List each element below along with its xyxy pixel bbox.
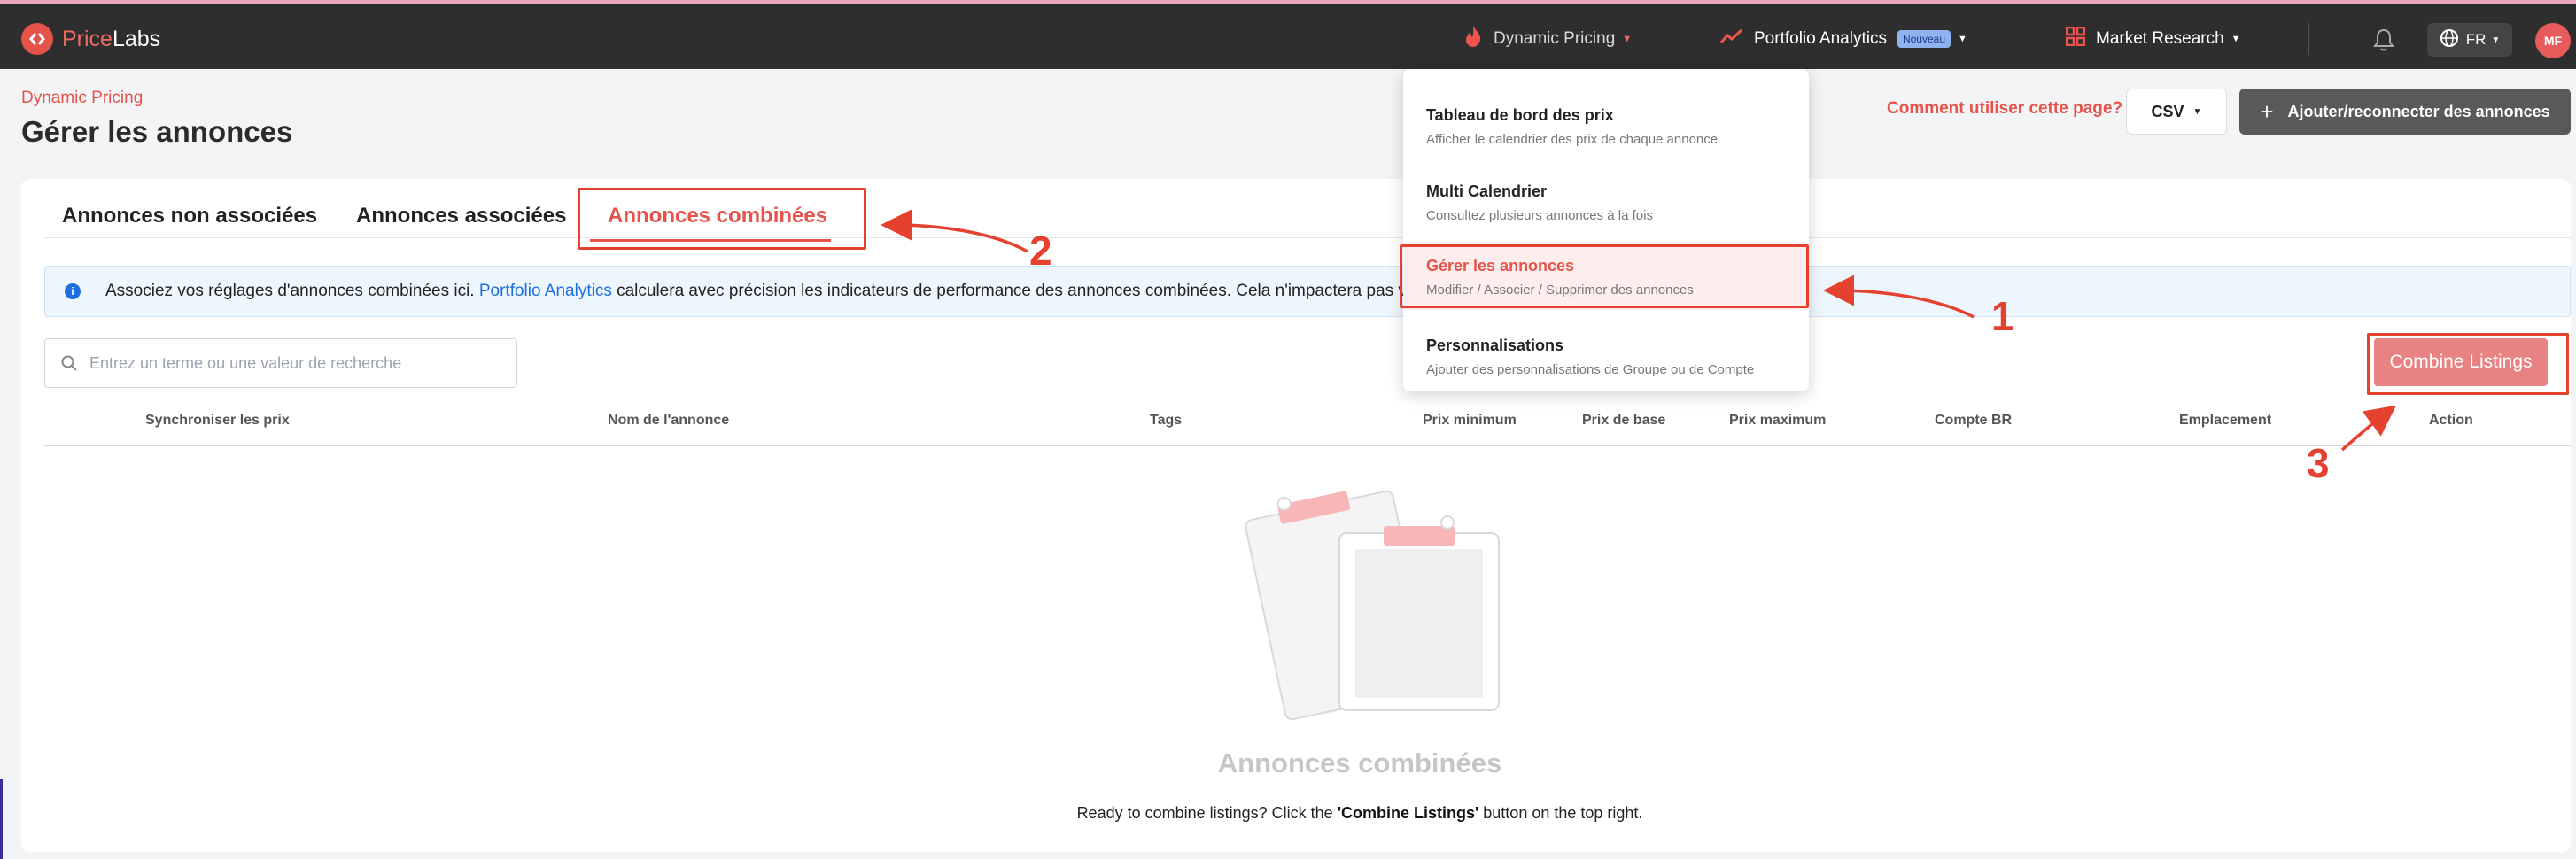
info-icon: i: [65, 283, 81, 299]
chevron-down-icon: ▼: [1958, 34, 1967, 44]
add-reconnect-label: Ajouter/reconnecter des annonces: [2287, 102, 2550, 120]
language-selector[interactable]: FR ▼: [2427, 23, 2512, 57]
logo-icon: [21, 23, 53, 55]
csv-label: CSV: [2151, 102, 2184, 120]
bell-icon[interactable]: [2370, 27, 2397, 53]
column-header-account[interactable]: Compte BR: [1935, 413, 2012, 429]
table-header-divider: [44, 445, 2571, 446]
top-nav-bar: PriceLabs Dynamic Pricing ▼ Portfolio An…: [0, 0, 2576, 69]
info-text-after: calculera avec précision les indicateurs…: [617, 282, 1424, 300]
column-header-base-price[interactable]: Prix de base: [1582, 413, 1665, 429]
annotation-number-2: 2: [1029, 228, 1052, 274]
menu-item-description: Afficher le calendrier des prix de chaqu…: [1426, 132, 1719, 147]
clipboard-icon: [1245, 490, 1500, 721]
nav-portfolio-analytics[interactable]: Portfolio Analytics Nouveau ▼: [1719, 23, 1967, 55]
column-header-name[interactable]: Nom de l'annonce: [608, 413, 729, 429]
page-title: Gérer les annonces: [21, 115, 293, 148]
empty-state-text: Ready to combine listings? Click the 'Co…: [1076, 804, 1643, 822]
plus-icon: +: [2260, 97, 2274, 125]
column-header-location[interactable]: Emplacement: [2179, 413, 2271, 429]
logo-text: PriceLabs: [62, 26, 161, 51]
menu-item-description: Ajouter des personnalisations de Groupe …: [1426, 362, 1755, 377]
chevron-down-icon: ▼: [2231, 34, 2241, 44]
nav-dynamic-pricing[interactable]: Dynamic Pricing ▼: [1463, 23, 1632, 55]
menu-item-customizations[interactable]: Personnalisations Ajouter des personnali…: [1403, 324, 1809, 390]
tab-unmapped[interactable]: Annonces non associées: [62, 204, 317, 228]
annotation-box-tab: [578, 188, 866, 250]
tabs-divider: [44, 237, 2571, 238]
annotation-box-menu-item: [1400, 244, 1809, 308]
chevron-down-icon: ▼: [2192, 106, 2202, 117]
info-text-before: Associez vos réglages d'annonces combiné…: [105, 282, 475, 300]
add-reconnect-button[interactable]: + Ajouter/reconnecter des annonces: [2239, 89, 2571, 135]
info-banner: i Associez vos réglages d'annonces combi…: [44, 266, 2571, 317]
menu-item-title: Tableau de bord des prix: [1426, 106, 1614, 124]
nav-dynamic-pricing-label: Dynamic Pricing: [1494, 29, 1616, 48]
nav-portfolio-analytics-label: Portfolio Analytics: [1754, 29, 1887, 48]
tab-mapped[interactable]: Annonces associées: [356, 204, 566, 228]
search-field[interactable]: [44, 338, 517, 388]
annotation-box-combine: [2367, 333, 2569, 395]
breadcrumb[interactable]: Dynamic Pricing: [21, 89, 143, 108]
flame-icon: [1463, 25, 1483, 53]
column-header-action[interactable]: Action: [2429, 413, 2473, 429]
new-badge: Nouveau: [1897, 30, 1951, 48]
search-input[interactable]: [89, 353, 497, 373]
menu-item-price-dashboard[interactable]: Tableau de bord des prix Afficher le cal…: [1403, 94, 1809, 159]
pricelabs-logo[interactable]: PriceLabs: [21, 23, 160, 55]
listings-card: Annonces non associées Annonces associée…: [21, 179, 2571, 852]
portfolio-analytics-link[interactable]: Portfolio Analytics: [479, 282, 612, 301]
trend-icon: [1719, 27, 1743, 50]
window-edge: [0, 779, 3, 859]
menu-item-multi-calendar[interactable]: Multi Calendrier Consultez plusieurs ann…: [1403, 170, 1809, 236]
nav-market-research[interactable]: Market Research ▼: [2065, 23, 2241, 55]
csv-dropdown-button[interactable]: CSV ▼: [2126, 89, 2227, 135]
menu-item-title: Multi Calendrier: [1426, 182, 1548, 200]
language-label: FR: [2465, 31, 2487, 48]
chevron-down-icon: ▼: [2491, 35, 2501, 45]
column-header-tags[interactable]: Tags: [1150, 413, 1182, 429]
nav-market-research-label: Market Research: [2096, 29, 2224, 48]
column-header-max-price[interactable]: Prix maximum: [1729, 413, 1826, 429]
chevron-down-icon: ▼: [1622, 34, 1633, 44]
menu-item-description: Consultez plusieurs annonces à la fois: [1426, 208, 1653, 223]
nav-divider: [2308, 23, 2309, 55]
help-link[interactable]: Comment utiliser cette page?: [1887, 99, 2122, 119]
column-header-sync[interactable]: Synchroniser les prix: [145, 413, 290, 429]
empty-state-title: Annonces combinées: [1217, 747, 1502, 778]
grid-icon: [2065, 26, 2086, 51]
search-icon: [61, 355, 77, 371]
annotation-number-3: 3: [2307, 440, 2330, 486]
menu-item-title: Personnalisations: [1426, 337, 1564, 354]
dynamic-pricing-dropdown: Tableau de bord des prix Afficher le cal…: [1403, 69, 1809, 391]
avatar[interactable]: MF: [2535, 23, 2571, 58]
globe-icon: [2440, 28, 2459, 52]
annotation-number-1: 1: [1991, 293, 2014, 339]
column-header-min-price[interactable]: Prix minimum: [1423, 413, 1517, 429]
